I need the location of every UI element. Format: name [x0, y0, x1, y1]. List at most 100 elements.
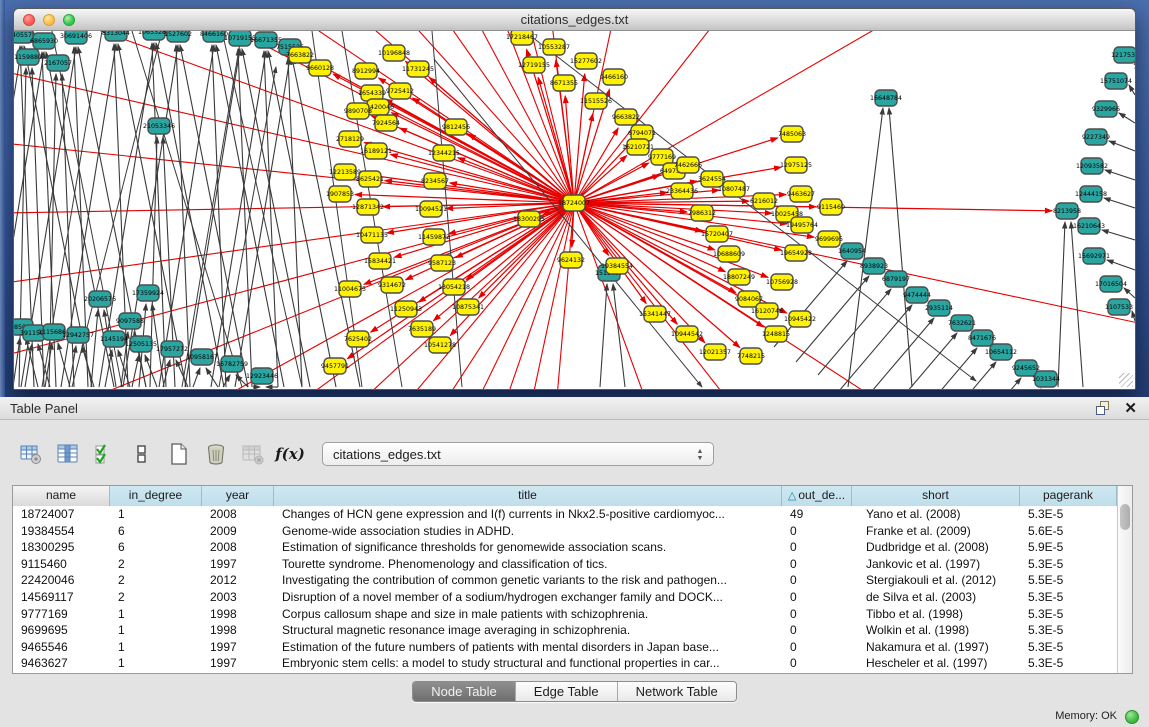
node-table-grid[interactable]: namein_degreeyeartitle△out_de...shortpag…	[13, 486, 1117, 673]
network-node[interactable]: 2935114	[925, 300, 953, 316]
network-node[interactable]: 1907853	[326, 186, 354, 202]
network-node[interactable]: 9725412	[386, 83, 414, 99]
network-node[interactable]: 15341447	[639, 306, 671, 322]
network-node[interactable]: 10196848	[378, 45, 410, 61]
network-node[interactable]: 13054218	[438, 279, 470, 295]
network-node[interactable]: 16782759	[216, 356, 248, 372]
network-node[interactable]: 12505135	[125, 336, 157, 352]
network-node[interactable]: 17359924	[132, 285, 164, 301]
table-vertical-scrollbar[interactable]	[1117, 486, 1132, 673]
network-node[interactable]: 11004675	[334, 281, 366, 297]
network-node[interactable]: 7748215	[737, 348, 765, 364]
network-node[interactable]: 12923446	[246, 368, 278, 384]
float-panel-icon[interactable]	[1096, 401, 1111, 416]
network-node[interactable]: 15277602	[570, 53, 602, 69]
network-node[interactable]: 9699695	[815, 231, 843, 247]
network-node[interactable]: 18300295	[513, 211, 545, 227]
column-header-outde[interactable]: △out_de...	[782, 486, 852, 506]
network-node[interactable]: 7924564	[372, 115, 400, 131]
network-node[interactable]: 3624554	[698, 171, 726, 187]
network-node[interactable]: 1640954	[838, 243, 866, 259]
function-builder-icon[interactable]: f(x)	[275, 439, 305, 469]
network-node[interactable]: 6879197	[882, 271, 910, 287]
network-node[interactable]: 16120746	[751, 303, 783, 319]
network-node[interactable]: 8234567	[421, 173, 449, 189]
network-node[interactable]: 9314672	[378, 277, 406, 293]
network-node[interactable]: 8671355	[550, 75, 578, 91]
column-header-short[interactable]: short	[852, 486, 1020, 506]
table-row[interactable]: 1872400712008Changes of HCN gene express…	[13, 506, 1117, 523]
network-node[interactable]: 10807487	[718, 181, 750, 197]
network-node[interactable]: 10541278	[424, 337, 456, 353]
table-row[interactable]: 977716911998Corpus callosum shape and si…	[13, 606, 1117, 623]
network-node[interactable]: 10875341	[452, 299, 484, 315]
network-node[interactable]: 7485063	[778, 126, 806, 142]
network-node[interactable]: 19654923	[780, 245, 812, 261]
column-header-indegree[interactable]: in_degree	[110, 486, 202, 506]
network-node[interactable]: 12871342	[352, 199, 384, 215]
network-node[interactable]: 8912994	[352, 63, 380, 79]
network-node[interactable]: 8213958	[1053, 203, 1081, 219]
network-node[interactable]: 7986312	[688, 205, 716, 221]
table-row[interactable]: 911546021997Tourette syndrome. Phenomeno…	[13, 556, 1117, 573]
network-node[interactable]: 2718129	[336, 131, 364, 147]
network-node[interactable]: 10688609	[713, 246, 745, 262]
network-node[interactable]: 9587123	[428, 255, 456, 271]
network-node[interactable]: 6865930	[30, 33, 58, 49]
network-node[interactable]: 21053346	[143, 118, 175, 134]
network-node[interactable]: 9457791	[321, 358, 349, 374]
table-row[interactable]: 946362711997Embryonic stem cells: a mode…	[13, 655, 1117, 672]
network-node[interactable]: 9097588	[116, 313, 144, 329]
table-row[interactable]: 2242004622012Investigating the contribut…	[13, 572, 1117, 589]
network-node[interactable]: 10471135	[356, 227, 388, 243]
network-node[interactable]: 1031344	[1032, 371, 1060, 387]
network-node[interactable]: 1217534	[1111, 47, 1135, 63]
network-node[interactable]: 9663822	[612, 109, 640, 125]
new-table-icon[interactable]	[164, 439, 194, 469]
tab-network-table[interactable]: Network Table	[618, 682, 736, 701]
network-node[interactable]: 16648784	[870, 90, 902, 106]
network-node[interactable]: 9624132	[557, 252, 585, 268]
network-node[interactable]: 11250943	[390, 301, 422, 317]
network-node[interactable]: 9660128	[306, 60, 334, 76]
table-select-dropdown[interactable]: citations_edges.txt ▲▼	[322, 442, 714, 466]
table-row[interactable]: 1938455462009Genome-wide association stu…	[13, 523, 1117, 540]
column-header-name[interactable]: name	[13, 486, 110, 506]
network-node[interactable]: 1145194	[100, 331, 128, 347]
network-node[interactable]: 9812456	[442, 119, 470, 135]
network-node[interactable]: 12975125	[780, 157, 812, 173]
network-node[interactable]: 30691406	[60, 31, 92, 44]
network-node[interactable]: 11731245	[402, 61, 434, 77]
column-header-title[interactable]: title	[274, 486, 782, 506]
network-node[interactable]: 7462666	[674, 157, 702, 173]
table-row[interactable]: 1456911722003Disruption of a novel membe…	[13, 589, 1117, 606]
network-node[interactable]: 8938923	[860, 258, 888, 274]
show-columns-icon[interactable]	[53, 439, 83, 469]
column-header-year[interactable]: year	[202, 486, 274, 506]
network-node[interactable]: 19495764	[786, 217, 818, 233]
network-node[interactable]: 15751074	[1100, 73, 1132, 89]
network-node[interactable]: 1107533	[1105, 299, 1133, 315]
window-resize-grip[interactable]	[1119, 373, 1133, 387]
network-node[interactable]: 12093582	[1076, 158, 1108, 174]
network-node[interactable]: 7632621	[948, 315, 976, 331]
row-height-icon[interactable]	[127, 439, 157, 469]
network-node[interactable]: 10553287	[538, 39, 570, 55]
network-node[interactable]: 15720407	[701, 226, 733, 242]
network-node[interactable]: 1527602	[164, 31, 192, 42]
select-checks-icon[interactable]	[90, 439, 120, 469]
network-canvas[interactable]: 1872400794055716865930306914068313044106…	[14, 31, 1135, 389]
network-node[interactable]: 8313044	[102, 31, 130, 41]
network-node[interactable]: 17218467	[506, 31, 538, 45]
table-row[interactable]: 1830029562008Estimation of significance …	[13, 539, 1117, 556]
network-node[interactable]: 9890708	[344, 103, 372, 119]
tab-edge-table[interactable]: Edge Table	[516, 682, 618, 701]
network-node[interactable]: 10944542	[671, 326, 703, 342]
network-node[interactable]: 15692971	[1078, 248, 1110, 264]
network-node[interactable]: 12444158	[1075, 186, 1107, 202]
network-node[interactable]: 7635189	[408, 321, 436, 337]
tab-node-table[interactable]: Node Table	[413, 682, 516, 701]
network-node[interactable]: 11515526	[580, 93, 612, 109]
network-graph[interactable]: 1872400794055716865930306914068313044106…	[14, 31, 1135, 389]
network-node[interactable]: 9227349	[1082, 129, 1110, 145]
